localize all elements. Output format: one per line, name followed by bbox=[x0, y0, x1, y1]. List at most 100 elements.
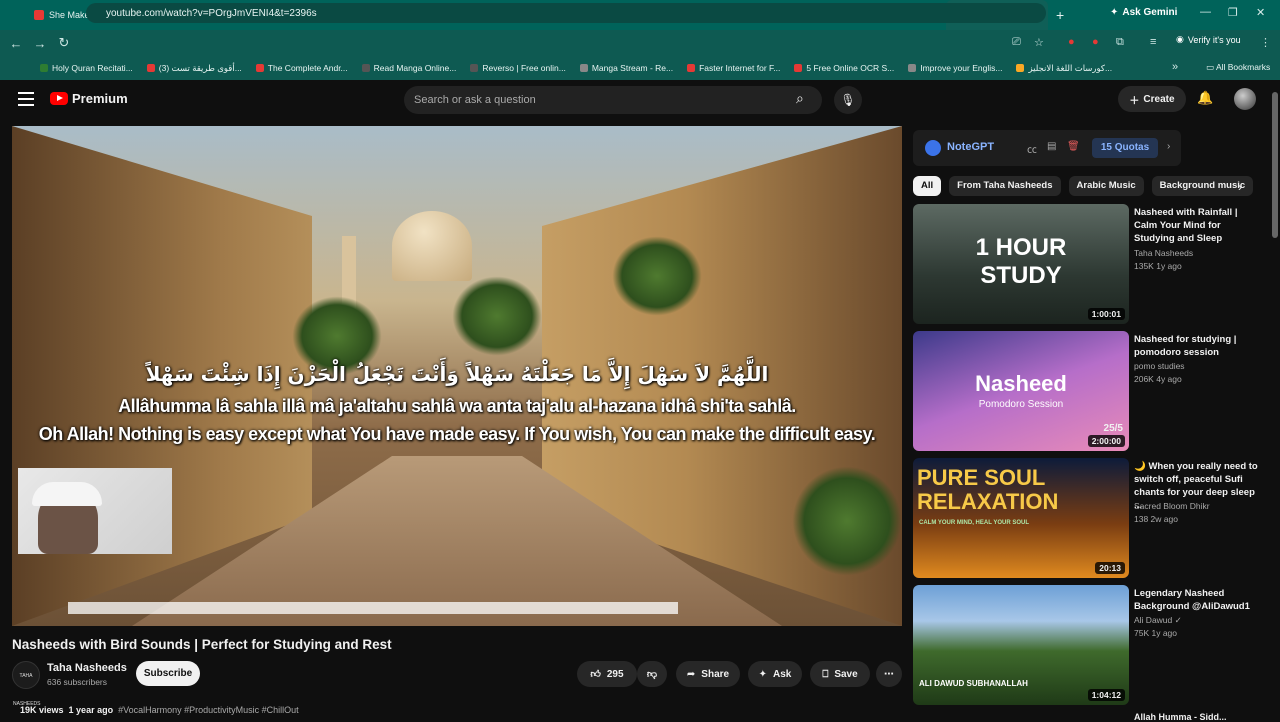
captions-icon[interactable]: ㏄ bbox=[1027, 141, 1037, 156]
caption-arabic: اللَّهُمَّ لاَ سَهْلَ إِلاَّ مَا جَعَلْت… bbox=[145, 362, 769, 386]
page-scrollbar[interactable] bbox=[1272, 92, 1278, 238]
bookmark-favicon-icon bbox=[470, 64, 479, 72]
microphone-icon[interactable]: 🎙 bbox=[834, 86, 862, 114]
subscribe-button[interactable]: Subscribe bbox=[136, 661, 200, 686]
channel-avatar[interactable]: TAHA NASHEEDS bbox=[12, 661, 41, 707]
bookmark-item[interactable]: كورسات اللغة الانجليز... bbox=[1016, 63, 1112, 74]
dislike-button[interactable]: 👎︎ bbox=[637, 661, 667, 687]
bookmarks-bar: Holy Quran Recitati... (3) أقوى طريقة تست… bbox=[0, 56, 1280, 80]
filter-chips: All From Taha Nasheeds Arabic Music Backgro… bbox=[913, 176, 1254, 196]
channel-name[interactable]: Taha Nasheeds bbox=[47, 662, 127, 674]
extensions-puzzle-icon[interactable]: ⧉ bbox=[1116, 36, 1124, 49]
extension-icon[interactable]: ● bbox=[1068, 36, 1075, 48]
bookmarks-overflow-icon[interactable]: » bbox=[1172, 61, 1178, 73]
notifications-bell-icon[interactable]: 🔔 bbox=[1197, 90, 1213, 106]
url-input[interactable]: youtube.com/watch?v=POrgJmVENI4&t=2396s bbox=[86, 3, 1046, 23]
back-icon[interactable]: ← bbox=[4, 36, 28, 51]
bookmark-item[interactable]: Manga Stream - Re... bbox=[579, 63, 673, 73]
create-button[interactable]: ＋ Create bbox=[1118, 86, 1186, 112]
profile-icon: ◉ bbox=[1176, 34, 1184, 44]
next-recommendation-peek[interactable]: Allah Humma - Sidd... bbox=[1134, 712, 1227, 722]
hashtags[interactable]: #VocalHarmony #ProductivityMusic #ChillO… bbox=[118, 705, 299, 715]
potted-plant bbox=[792, 466, 902, 576]
account-avatar[interactable] bbox=[1234, 88, 1256, 110]
bookmark-favicon-icon bbox=[794, 64, 803, 72]
minimize-icon[interactable]: — bbox=[1200, 6, 1211, 18]
bookmark-favicon-icon bbox=[687, 64, 696, 72]
chevron-right-icon[interactable]: › bbox=[1238, 180, 1242, 194]
webcam-overlay bbox=[18, 468, 172, 554]
bookmark-icon: ⎕ bbox=[822, 668, 829, 680]
search-icon[interactable]: ⌕ bbox=[796, 90, 804, 107]
caption-transliteration: Allâhumma lâ sahla illâ mâ ja'altahu sah… bbox=[118, 396, 796, 416]
address-bar-row: ← → ↻ bbox=[0, 30, 1280, 56]
cast-icon[interactable]: ⎚ bbox=[1012, 36, 1021, 49]
thumbs-up-icon: 👍︎ bbox=[590, 669, 601, 680]
media-control-icon[interactable]: ≡ bbox=[1150, 36, 1156, 48]
chevron-right-icon[interactable]: › bbox=[1167, 141, 1170, 152]
youtube-header: Premium Search or ask a question ⌕ 🎙 ＋ Cr… bbox=[0, 80, 1280, 120]
hanging-plants bbox=[612, 236, 702, 316]
bookmark-favicon-icon bbox=[40, 64, 48, 72]
youtube-premium-logo[interactable]: Premium bbox=[50, 91, 128, 106]
mosque-dome bbox=[392, 211, 472, 281]
new-tab-icon[interactable]: + bbox=[1056, 7, 1064, 23]
video-title: Nasheeds with Bird Sounds | Perfect for … bbox=[12, 637, 392, 652]
extension-icon[interactable]: ● bbox=[1092, 36, 1099, 48]
youtube-logo-icon bbox=[50, 92, 68, 105]
bookmark-favicon-icon bbox=[361, 64, 370, 72]
ask-button[interactable]: ✦ Ask bbox=[748, 661, 802, 687]
filter-chip[interactable]: Arabic Music bbox=[1068, 176, 1144, 196]
more-actions-icon[interactable]: ⋯ bbox=[876, 661, 902, 687]
share-button[interactable]: ➦ Share bbox=[676, 661, 740, 687]
bookmark-item[interactable]: 5 Free Online OCR S... bbox=[794, 63, 894, 73]
recommendation-item[interactable]: 1 HOUR STUDY 1:00:01 Nasheed with Rainfa… bbox=[913, 204, 1253, 324]
recommendation-item[interactable]: Nasheed Pomodoro Session 25/5 2:00:00 Na… bbox=[913, 331, 1253, 451]
filter-chip[interactable]: All bbox=[913, 176, 942, 196]
notegpt-name[interactable]: NoteGPT bbox=[947, 141, 994, 153]
recommendation-item[interactable]: ALI DAWUD SUBHANALLAH 1:04:12 Legendary … bbox=[913, 585, 1253, 705]
bookmark-item[interactable]: (3) أقوى طريقة تست... bbox=[146, 63, 242, 74]
bookmark-item[interactable]: The Complete Andr... bbox=[255, 63, 348, 73]
bookmark-star-icon[interactable]: ☆ bbox=[1034, 36, 1044, 49]
person-cap bbox=[32, 482, 102, 506]
delete-icon[interactable]: 🗑 bbox=[1067, 141, 1080, 152]
forward-icon[interactable]: → bbox=[28, 36, 52, 51]
caption-english: Oh Allah! Nothing is easy except what Yo… bbox=[38, 424, 876, 444]
bookmark-item[interactable]: Read Manga Online... bbox=[361, 63, 456, 73]
bookmark-favicon-icon bbox=[579, 64, 588, 72]
document-icon[interactable]: ▤ bbox=[1047, 141, 1056, 152]
plus-icon: ＋ bbox=[1129, 95, 1140, 107]
save-button[interactable]: ⎕ Save bbox=[810, 661, 870, 687]
filter-chip[interactable]: From Taha Nasheeds bbox=[949, 176, 1061, 196]
palm-tree bbox=[452, 276, 542, 356]
restore-icon[interactable]: ❐ bbox=[1228, 6, 1238, 19]
notegpt-logo-icon bbox=[925, 140, 941, 156]
video-thumbnail[interactable]: PURE SOUL RELAXATION CALM YOUR MIND, HEA… bbox=[913, 458, 1129, 578]
menu-dots-icon[interactable]: ⋮ bbox=[1260, 36, 1271, 49]
bookmark-item[interactable]: Holy Quran Recitati... bbox=[40, 63, 133, 73]
all-bookmarks-button[interactable]: ▭ All Bookmarks bbox=[1206, 62, 1270, 73]
channel-name: Ali Dawud ✓ bbox=[1134, 615, 1182, 625]
share-icon: ➦ bbox=[686, 668, 696, 680]
quota-badge[interactable]: 15 Quotas bbox=[1092, 138, 1158, 158]
video-thumbnail[interactable]: Nasheed Pomodoro Session 25/5 2:00:00 bbox=[913, 331, 1129, 451]
verify-profile-button[interactable]: ◉ Verify it's you bbox=[1176, 34, 1241, 45]
recommendation-item[interactable]: PURE SOUL RELAXATION CALM YOUR MIND, HEA… bbox=[913, 458, 1258, 578]
bookmark-favicon-icon bbox=[146, 64, 155, 72]
ask-gemini-button[interactable]: ✦ Ask Gemini bbox=[1110, 7, 1177, 18]
thumbs-down-icon: 👎︎ bbox=[646, 669, 658, 680]
bookmark-item[interactable]: Reverso | Free onlin... bbox=[470, 63, 566, 73]
hamburger-menu-icon[interactable] bbox=[18, 92, 34, 106]
search-input[interactable]: Search or ask a question bbox=[404, 86, 822, 114]
bookmark-item[interactable]: Faster Internet for F... bbox=[687, 63, 780, 73]
overlay-bar bbox=[68, 602, 678, 614]
like-button[interactable]: 👍︎ 295 bbox=[577, 661, 637, 687]
bookmark-favicon-icon bbox=[908, 64, 917, 72]
close-window-icon[interactable]: ✕ bbox=[1256, 6, 1265, 19]
video-thumbnail[interactable]: 1 HOUR STUDY 1:00:01 bbox=[913, 204, 1129, 324]
bookmark-item[interactable]: Improve your Englis... bbox=[908, 63, 1002, 73]
favicon-icon bbox=[34, 10, 44, 20]
reload-icon[interactable]: ↻ bbox=[52, 35, 76, 51]
video-thumbnail[interactable]: ALI DAWUD SUBHANALLAH 1:04:12 bbox=[913, 585, 1129, 705]
